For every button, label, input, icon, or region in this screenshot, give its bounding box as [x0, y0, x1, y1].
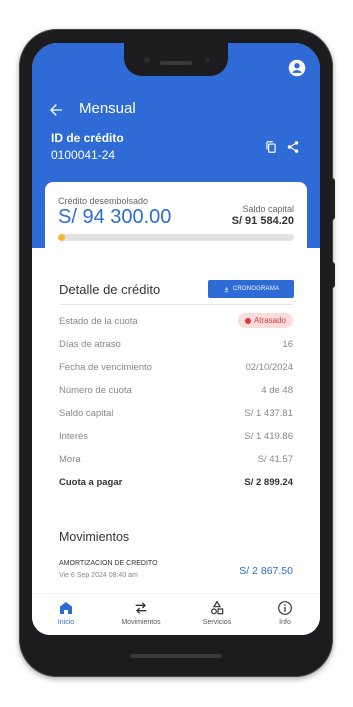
info-icon	[278, 601, 292, 615]
disbursed-amount: S/ 94 300.00	[58, 206, 172, 228]
balance-label: Saldo capital	[242, 204, 294, 214]
share-icon[interactable]	[286, 140, 300, 154]
nav-label: Info	[279, 619, 291, 626]
movements-title: Movimientos	[59, 530, 130, 544]
detail-label: Días de atraso	[59, 339, 121, 350]
account-circle-icon[interactable]	[288, 59, 306, 77]
status-badge-label: Atrasado	[253, 316, 286, 325]
phone-notch	[124, 43, 228, 76]
credit-id-value: 0100041-24	[51, 148, 116, 162]
detail-value: S/ 1 419.86	[244, 431, 293, 442]
home-icon	[60, 602, 72, 614]
app-screen: Mensual ID de crédito 0100041-24 Crédito…	[32, 43, 320, 635]
credit-id-label: ID de crédito	[51, 131, 124, 145]
nav-label: Inicio	[57, 619, 75, 626]
balance-amount: S/ 91 584.20	[231, 215, 294, 227]
status-dot-icon	[244, 317, 251, 324]
nav-label: Servicios	[202, 619, 232, 626]
divider	[59, 304, 293, 305]
schedule-button-label: CRONOGRAMA	[232, 286, 280, 292]
detail-label: Cuota a pagar	[59, 477, 123, 488]
front-camera	[144, 57, 150, 63]
detail-value: 4 de 48	[261, 385, 293, 396]
nav-item-servicios[interactable]: Servicios	[187, 598, 247, 632]
earpiece-speaker	[160, 61, 192, 65]
detail-label: Interés	[59, 431, 89, 442]
copy-icon[interactable]	[264, 140, 278, 154]
repayment-progress-fill	[58, 234, 66, 241]
detail-label: Mora	[59, 454, 81, 465]
detail-value: S/ 1 437.81	[244, 408, 293, 419]
disbursed-label: Crédito desembolsado	[58, 196, 149, 206]
detail-label: Fecha de vencimiento	[59, 362, 152, 373]
detail-value: 16	[282, 339, 293, 350]
detail-value: S/ 2 899.24	[244, 477, 293, 488]
detail-label: Saldo capital	[59, 408, 114, 419]
detail-row-days-late: Días de atraso 16	[59, 339, 293, 353]
nav-item-info[interactable]: Info	[255, 598, 315, 632]
detail-label: Estado de la cuota	[59, 316, 138, 327]
bottom-navigation: Inicio Movimientos Servicios Info	[32, 593, 320, 635]
back-arrow-icon[interactable]	[48, 102, 64, 118]
sensor	[205, 58, 210, 63]
shapes-icon	[211, 600, 224, 615]
detail-row-interest: Interés S/ 1 419.86	[59, 431, 293, 445]
detail-row-due-date: Fecha de vencimiento 02/10/2024	[59, 362, 293, 376]
movement-amount: S/ 2 867.50	[239, 565, 293, 577]
detail-label: Número de cuota	[59, 385, 132, 396]
home-indicator	[130, 654, 222, 658]
volume-button	[331, 262, 335, 288]
nav-item-inicio[interactable]: Inicio	[36, 598, 96, 632]
movement-date: Vie 6 Sep 2024 08:40 am	[59, 572, 138, 579]
schedule-button[interactable]: CRONOGRAMA	[208, 280, 294, 298]
detail-value: 02/10/2024	[245, 362, 293, 373]
detail-row-status: Estado de la cuota Atrasado	[59, 313, 293, 330]
page-title: Mensual	[79, 100, 136, 117]
detail-row-capital-balance: Saldo capital S/ 1 437.81	[59, 408, 293, 422]
detail-row-installment-number: Número de cuota 4 de 48	[59, 385, 293, 399]
swap-arrows-icon	[135, 602, 147, 614]
detail-value: S/ 41.57	[257, 454, 293, 465]
download-icon	[224, 286, 229, 292]
movement-title: AMORTIZACION DE CREDITO	[59, 560, 158, 567]
status-badge: Atrasado	[237, 313, 293, 328]
nav-item-movimientos[interactable]: Movimientos	[111, 598, 171, 632]
credit-detail-title: Detalle de crédito	[59, 282, 161, 297]
power-button	[331, 178, 335, 220]
credit-summary-card: Crédito desembolsado S/ 94 300.00 Saldo …	[45, 182, 307, 262]
repayment-progress-bar	[58, 234, 294, 241]
nav-label: Movimientos	[121, 619, 161, 626]
detail-row-amount-due: Cuota a pagar S/ 2 899.24	[59, 477, 293, 491]
detail-row-late-fee: Mora S/ 41.57	[59, 454, 293, 468]
